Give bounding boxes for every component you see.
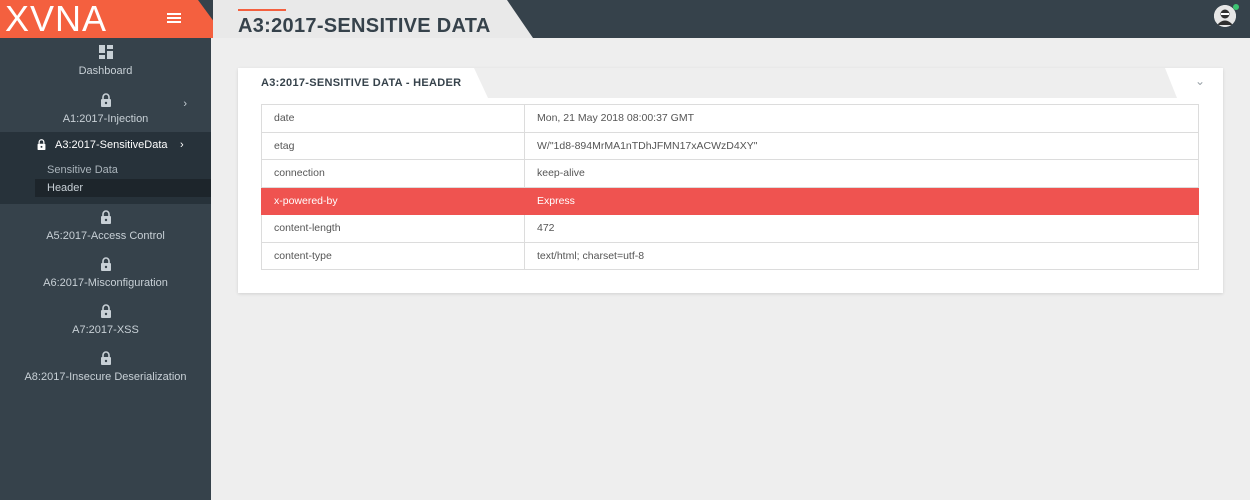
header-key: x-powered-by [261,186,525,215]
header-value: Mon, 21 May 2018 08:00:37 GMT [524,104,1199,133]
table-row: content-type text/html; charset=utf-8 [261,241,1199,270]
header-key: etag [261,131,525,160]
page-title: A3:2017-SENSITIVE DATA [238,15,491,37]
header-card: A3:2017-SENSITIVE DATA - HEADER ⌄ date M… [238,68,1223,293]
card-title: A3:2017-SENSITIVE DATA - HEADER [261,77,462,89]
table-row: content-length 472 [261,214,1199,243]
header-value: W/"1d8-894MrMA1nTDhJFMN17xACWzD4XY" [524,131,1199,160]
hamburger-menu-icon[interactable] [167,13,181,25]
header-value: 472 [524,214,1199,243]
header-value: text/html; charset=utf-8 [524,241,1199,270]
sidebar-item-access-control[interactable]: A5:2017-Access Control [0,210,211,242]
lock-icon [100,93,111,107]
sidebar: Dashboard A1:2017-Injection › A3:2017-Se… [0,38,211,500]
sidebar-item-label: A5:2017-Access Control [46,230,165,242]
chevron-down-icon[interactable]: ⌄ [1195,74,1205,88]
header-key: content-length [261,214,525,243]
header-value: keep-alive [524,159,1199,188]
lock-icon [100,210,111,224]
header-key: date [261,104,525,133]
submenu-item-sensitive-data[interactable]: Sensitive Data [35,161,211,179]
sidebar-item-label: A6:2017-Misconfiguration [43,277,168,289]
dashboard-icon [98,45,113,59]
sidebar-item-label: A1:2017-Injection [62,113,149,125]
header-value: Express [524,186,1199,215]
header-key: content-type [261,241,525,270]
table-row-highlighted: x-powered-by Express [261,186,1199,215]
submenu-item-header[interactable]: Header [35,179,211,197]
lock-icon [100,351,111,365]
sidebar-item-sensitive-data: A3:2017-SensitiveData › Sensitive Data H… [0,132,211,204]
user-avatar[interactable] [1214,4,1239,27]
table-row: connection keep-alive [261,159,1199,188]
title-accent-line [238,9,286,11]
sidebar-item-label: A7:2017-XSS [72,324,139,336]
app-logo[interactable]: XVNA [5,1,107,37]
sidebar-item-dashboard[interactable]: Dashboard [0,45,211,77]
sidebar-item-insecure-deserialization[interactable]: A8:2017-Insecure Deserialization [0,351,211,383]
lock-icon [100,304,111,318]
sidebar-item-label: A8:2017-Insecure Deserialization [24,371,187,383]
card-header: A3:2017-SENSITIVE DATA - HEADER ⌄ [238,68,1223,98]
table-row: date Mon, 21 May 2018 08:00:37 GMT [261,104,1199,133]
lock-icon [100,257,111,271]
sidebar-item-label: A3:2017-SensitiveData [55,139,168,151]
chevron-right-icon[interactable]: › [180,139,184,151]
chevron-right-icon[interactable]: › [183,98,187,110]
header-key: connection [261,159,525,188]
sidebar-item-label: Dashboard [78,65,133,77]
sidebar-item-injection[interactable]: A1:2017-Injection [0,93,211,125]
sidebar-item-xss[interactable]: A7:2017-XSS [0,304,211,336]
sidebar-item-sensitive-data-header[interactable]: A3:2017-SensitiveData [36,139,168,151]
lock-icon [37,139,46,150]
header-table: date Mon, 21 May 2018 08:00:37 GMT etag … [261,104,1199,270]
sidebar-item-misconfiguration[interactable]: A6:2017-Misconfiguration [0,257,211,289]
online-status-dot [1233,4,1239,10]
table-row: etag W/"1d8-894MrMA1nTDhJFMN17xACWzD4XY" [261,131,1199,160]
brand-area: XVNA [0,0,226,38]
